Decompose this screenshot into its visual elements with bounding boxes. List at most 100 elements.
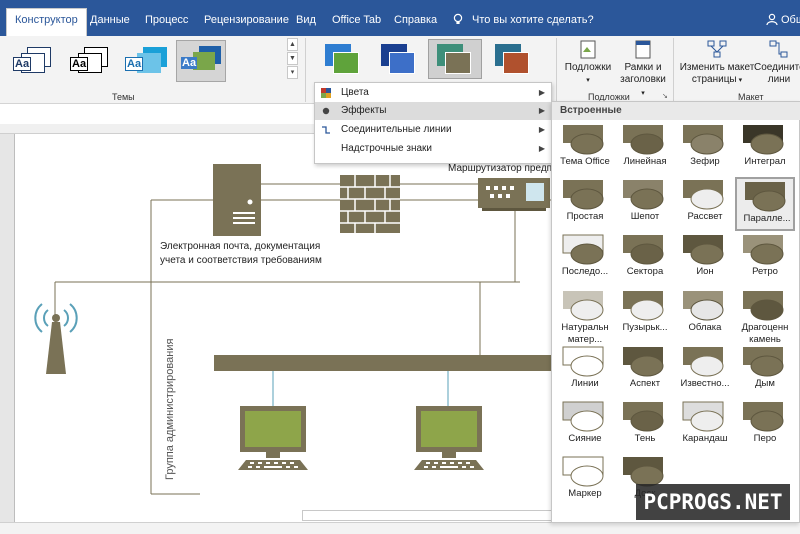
theme-thumb-2[interactable]: Aa <box>63 40 113 82</box>
effect-item[interactable]: Тень <box>615 399 675 453</box>
change-layout-button[interactable]: Изменить макет страницы ▾ <box>678 38 756 87</box>
effect-item[interactable]: Пузырьк... <box>615 288 675 342</box>
themes-scroll-up[interactable]: ▲ <box>287 38 298 51</box>
effect-item[interactable]: Драгоценн камень <box>735 288 795 345</box>
effect-item[interactable]: Ион <box>675 232 735 286</box>
share-button[interactable]: Общ <box>766 9 800 31</box>
effect-preview-icon <box>563 180 604 210</box>
backgrounds-button[interactable]: Подложки ▾ <box>562 38 614 87</box>
effect-label: Интеграл <box>744 156 786 167</box>
effect-item[interactable]: Шепот <box>615 177 675 231</box>
effect-item[interactable]: Паралле... <box>735 177 795 231</box>
effect-item[interactable]: Сектора <box>615 232 675 286</box>
group-separator <box>305 38 306 102</box>
theme-thumb-1[interactable]: Aa <box>6 40 56 82</box>
effect-label: Тень <box>634 433 656 444</box>
tab-process[interactable]: Процесс <box>137 9 196 35</box>
workstation-icon[interactable] <box>412 406 486 472</box>
effect-preview-icon <box>743 402 784 432</box>
effect-preview-icon <box>683 125 724 155</box>
watermark: PCPROGS.NET <box>636 484 790 520</box>
themes-more[interactable]: ▾ <box>287 66 298 79</box>
connectors-icon <box>769 40 788 58</box>
effect-preview-icon <box>682 401 724 432</box>
backgrounds-icon <box>580 40 596 59</box>
theme-thumb-3[interactable]: Aa <box>120 40 170 82</box>
theme-thumb-4[interactable]: Aa <box>176 40 226 82</box>
theme-aa-4: Aa <box>181 57 198 69</box>
themes-scroll-down[interactable]: ▼ <box>287 52 298 65</box>
effect-item[interactable]: Простая <box>555 177 615 231</box>
tab-data[interactable]: Данные <box>82 9 138 35</box>
workstation-icon[interactable] <box>236 406 310 472</box>
tab-design[interactable]: Конструктор <box>6 8 87 36</box>
network-bus <box>214 355 552 371</box>
menu-item-decorations[interactable]: Надстрочные знаки ▶ <box>315 140 551 158</box>
menu-item-colors[interactable]: Цвета ▶ <box>315 84 551 102</box>
effect-preview-icon <box>743 291 784 321</box>
theme-aa-2: Aa <box>70 57 89 71</box>
person-icon <box>766 13 778 25</box>
borders-line1: Рамки и <box>624 62 662 73</box>
status-bar <box>0 522 800 534</box>
design-dropdown-menu: Цвета ▶ Эффекты ▶ Соединительные линии ▶ На… <box>314 82 552 164</box>
effect-item[interactable]: Натуральн матер... <box>555 288 615 345</box>
borders-line2: заголовки <box>620 74 666 85</box>
variant-thumb-1[interactable] <box>316 39 370 79</box>
router-icon[interactable] <box>478 178 550 212</box>
effect-label: Натуральн матер... <box>561 322 609 345</box>
firewall-icon[interactable] <box>340 175 400 233</box>
effect-item[interactable]: Линейная <box>615 122 675 176</box>
dialog-launcher-icon[interactable]: ↘ <box>662 92 670 100</box>
wireless-tower-icon[interactable] <box>28 296 84 376</box>
effect-item[interactable]: Маркер <box>555 454 615 508</box>
tab-review[interactable]: Рецензирование <box>196 9 297 35</box>
menu-item-effects[interactable]: Эффекты ▶ <box>315 102 551 120</box>
tab-help[interactable]: Справка <box>386 9 445 35</box>
effect-item[interactable]: Облака <box>675 288 735 342</box>
borders-titles-button[interactable]: Рамки и заголовки ▾ <box>618 38 668 100</box>
effect-preview-icon <box>683 235 724 265</box>
effect-item[interactable]: Карандаш <box>675 399 735 453</box>
effect-item[interactable]: Аспект <box>615 344 675 398</box>
effect-label: Маркер <box>568 488 602 499</box>
backgrounds-label: Подложки <box>564 62 612 73</box>
effect-item[interactable]: Сияние <box>555 399 615 453</box>
effect-label: Тема Office <box>560 156 610 167</box>
effect-item[interactable]: Тема Office <box>555 122 615 176</box>
effect-preview-icon <box>745 182 786 212</box>
effect-item[interactable]: Рассвет <box>675 177 735 231</box>
change-layout-line2: страницы <box>691 74 737 85</box>
effect-item[interactable]: Известно... <box>675 344 735 398</box>
effect-preview-icon <box>563 291 604 321</box>
effect-item[interactable]: Ретро <box>735 232 795 286</box>
connectors-button[interactable]: Соедините лини <box>754 38 800 86</box>
effect-label: Облака <box>688 322 722 333</box>
effect-item[interactable]: Зефир <box>675 122 735 176</box>
effect-preview-icon <box>623 235 664 265</box>
server-icon[interactable] <box>213 164 261 236</box>
connector-icon <box>322 126 330 134</box>
effect-item[interactable]: Дым <box>735 344 795 398</box>
submenu-arrow-icon: ▶ <box>538 144 545 153</box>
effect-label: Сияние <box>568 433 602 444</box>
router-label: Маршрутизатор предп <box>448 163 551 174</box>
effect-item[interactable]: Последо... <box>555 232 615 286</box>
variant-thumb-2[interactable] <box>372 39 426 79</box>
submenu-arrow-icon: ▶ <box>538 106 545 115</box>
variant-thumb-4[interactable] <box>486 39 540 79</box>
variant-thumb-3[interactable] <box>428 39 482 79</box>
effect-preview-icon <box>562 234 604 265</box>
tab-office-tab[interactable]: Office Tab <box>324 9 389 35</box>
tab-view[interactable]: Вид <box>288 9 324 35</box>
effect-preview-icon <box>683 180 724 210</box>
effect-item[interactable]: Интеграл <box>735 122 795 176</box>
horizontal-scrollbar[interactable] <box>302 510 552 521</box>
effect-item[interactable]: Линии <box>555 344 615 398</box>
connectors-line2: лини <box>767 74 791 85</box>
effect-preview-icon <box>563 125 604 155</box>
tell-me-box[interactable]: Что вы хотите сделать? <box>452 9 594 31</box>
effect-label: Аспект <box>629 378 661 389</box>
effect-item[interactable]: Перо <box>735 399 795 453</box>
menu-item-connectors[interactable]: Соединительные линии ▶ <box>315 121 551 139</box>
